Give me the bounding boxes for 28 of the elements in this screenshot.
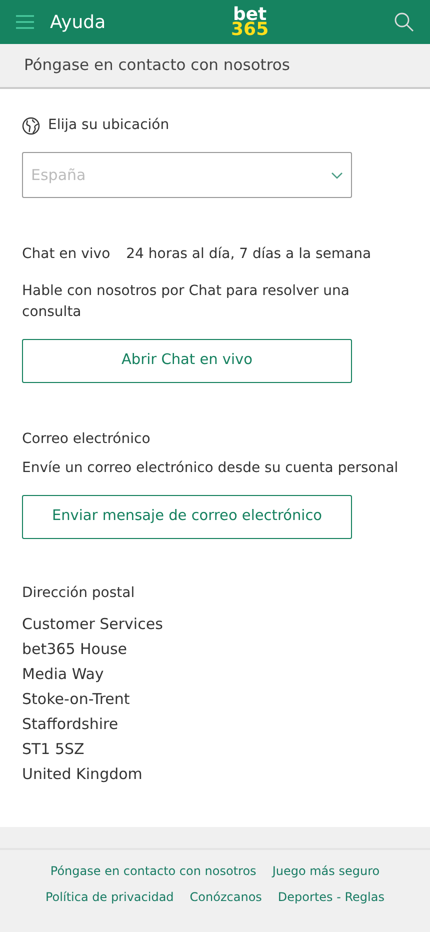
section-title: Chat en vivo	[22, 245, 110, 264]
footer-link[interactable]: Póngase en contacto con nosotros	[50, 862, 256, 880]
chevron-icon	[331, 172, 343, 180]
search-icon[interactable]	[394, 12, 414, 32]
location-label: Elija su ubicación	[48, 116, 170, 135]
address-line: Media Way	[22, 664, 105, 685]
address-line: Customer Services	[22, 614, 164, 635]
address-line: bet365 House	[22, 639, 128, 660]
section-title: Dirección postal	[22, 584, 136, 603]
globe-icon	[22, 116, 40, 134]
address-line: ST1 5SZ	[22, 739, 86, 760]
footer-link[interactable]: Deportes - Reglas	[278, 888, 384, 906]
page-title: Póngase en contacto con nosotros	[24, 54, 290, 76]
email-description: Envíe un correo electrónico desde su cuenta personal	[22, 459, 400, 478]
address-line: Stoke-on-Trent	[22, 689, 131, 710]
chat-description: Hable con nosotros por Chat para resolver una consulta	[22, 282, 350, 322]
send-email-button[interactable]: Enviar mensaje de correo electrónico	[22, 495, 352, 539]
address-line: Staffordshire	[22, 714, 120, 735]
footer-link[interactable]: Conózcanos	[190, 888, 262, 906]
logo[interactable]: bet 365	[231, 6, 269, 38]
section-title: Correo electrónico	[22, 430, 152, 449]
footer-link[interactable]: Juego más seguro	[272, 862, 380, 880]
header-title: Ayuda	[50, 10, 106, 34]
menu-icon[interactable]	[16, 15, 34, 29]
address-line: United Kingdom	[22, 764, 144, 785]
open-chat-button[interactable]: Abrir Chat en vivo	[22, 339, 352, 383]
footer-link[interactable]: Política de privacidad	[46, 888, 174, 906]
chat-hours: 24 horas al día, 7 días a la semana	[126, 245, 372, 264]
